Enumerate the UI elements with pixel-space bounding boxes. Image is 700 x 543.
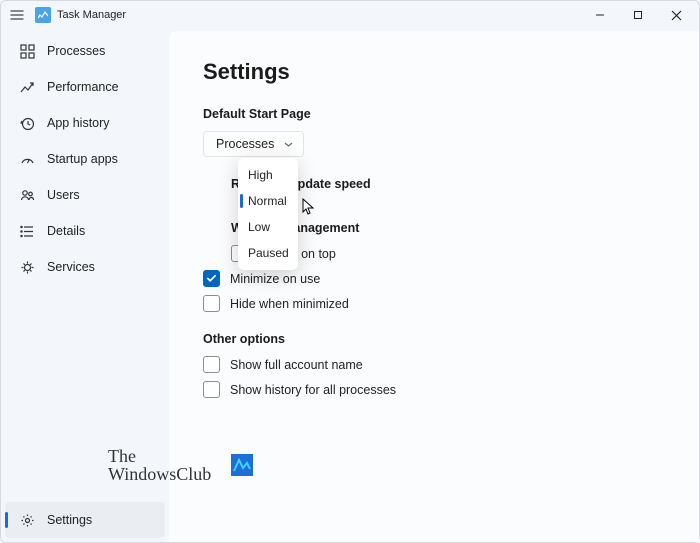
- sidebar-item-details[interactable]: Details: [5, 213, 165, 249]
- start-page-dropdown[interactable]: Processes: [203, 131, 304, 157]
- speed-option-normal[interactable]: Normal: [238, 188, 298, 214]
- speed-option-high[interactable]: High: [238, 162, 298, 188]
- watermark: The WindowsClub: [108, 447, 253, 483]
- gauge-icon: [19, 151, 35, 167]
- sidebar-item-users[interactable]: Users: [5, 177, 165, 213]
- sidebar-item-label: Services: [47, 260, 95, 274]
- sidebar-item-settings[interactable]: Settings: [5, 502, 165, 538]
- sidebar-item-label: Processes: [47, 44, 105, 58]
- sidebar-item-label: Users: [47, 188, 80, 202]
- option-minimize-on-use[interactable]: Minimize on use: [203, 270, 699, 287]
- sidebar-item-label: Startup apps: [47, 152, 118, 166]
- other-options-label: Other options: [203, 332, 699, 346]
- option-history-all[interactable]: Show history for all processes: [203, 381, 699, 398]
- close-button[interactable]: [657, 1, 695, 29]
- checkbox-checked-icon: [203, 270, 220, 287]
- minimize-button[interactable]: [581, 1, 619, 29]
- chevron-down-icon: [284, 140, 293, 149]
- sidebar-item-processes[interactable]: Processes: [5, 33, 165, 69]
- checkbox-icon: [203, 381, 220, 398]
- page-title: Settings: [203, 59, 699, 85]
- checkbox-icon: [203, 356, 220, 373]
- start-page-label: Default Start Page: [203, 107, 699, 121]
- speed-option-low[interactable]: Low: [238, 214, 298, 240]
- maximize-button[interactable]: [619, 1, 657, 29]
- sidebar-item-services[interactable]: Services: [5, 249, 165, 285]
- gear-icon: [19, 512, 35, 528]
- sidebar-item-startup[interactable]: Startup apps: [5, 141, 165, 177]
- option-hide-minimized[interactable]: Hide when minimized: [203, 295, 699, 312]
- cursor-icon: [302, 198, 316, 216]
- sidebar-item-history[interactable]: App history: [5, 105, 165, 141]
- option-label: Minimize on use: [230, 272, 320, 286]
- sidebar-item-label: App history: [47, 116, 110, 130]
- history-icon: [19, 115, 35, 131]
- option-label: Show full account name: [230, 358, 363, 372]
- list-icon: [19, 223, 35, 239]
- option-label: Show history for all processes: [230, 383, 396, 397]
- sidebar-item-label: Details: [47, 224, 85, 238]
- option-label: Hide when minimized: [230, 297, 349, 311]
- sidebar-item-performance[interactable]: Performance: [5, 69, 165, 105]
- sidebar-item-label: Performance: [47, 80, 119, 94]
- app-icon: [35, 7, 51, 23]
- windowsclub-logo-icon: [231, 454, 253, 476]
- speed-dropdown-menu: High Normal Low Paused: [238, 158, 298, 270]
- sidebar-item-label: Settings: [47, 513, 92, 527]
- window-title: Task Manager: [57, 9, 126, 21]
- checkbox-icon: [203, 295, 220, 312]
- option-full-account-name[interactable]: Show full account name: [203, 356, 699, 373]
- speed-option-paused[interactable]: Paused: [238, 240, 298, 266]
- hamburger-menu[interactable]: [5, 3, 29, 27]
- users-icon: [19, 187, 35, 203]
- grid-icon: [19, 43, 35, 59]
- services-icon: [19, 259, 35, 275]
- chart-icon: [19, 79, 35, 95]
- dropdown-value: Processes: [216, 137, 274, 151]
